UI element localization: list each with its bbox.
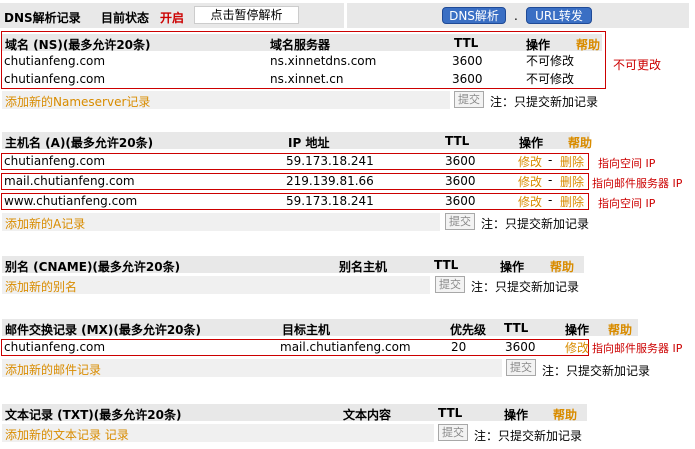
mx-col-ttl: TTL [504,321,529,335]
mx-submit-note: 注：只提交新加记录 [542,364,651,378]
add-mx-link[interactable]: 添加新的邮件记录 [5,361,101,378]
mx-help-link[interactable]: 帮助 [608,321,632,338]
cname-table-header: 别名 (CNAME)(最多允许20条) 别名主机 TTL 操作 帮助 [2,256,584,275]
tab-separator: . [514,9,518,23]
a-row-2-ttl: 3600 [445,174,476,188]
mx-col-domain: 邮件交换记录 (MX)(最多允许20条) [5,323,202,337]
dns-records-title: DNS解析记录 [4,11,81,25]
a-submit-note: 注：只提交新加记录 [481,217,590,231]
a-submit-button[interactable]: 提交 [445,213,475,230]
a-row-2-ip: 219.139.81.66 [286,174,374,188]
ns-submit-note: 注：只提交新加记录 [490,95,599,109]
add-a-record-link[interactable]: 添加新的A记录 [5,215,85,232]
cname-col-ttl: TTL [434,258,459,272]
mx-row-1-priority: 20 [451,340,467,354]
cname-submit-button[interactable]: 提交 [435,276,465,293]
tab-dns-resolution[interactable]: DNS解析 [442,7,506,24]
cname-col-alias: 别名 (CNAME)(最多允许20条) [5,260,181,274]
mx-col-target: 目标主机 [282,323,331,337]
a-add-row: 添加新的A记录 [2,213,440,231]
txt-table-header: 文本记录 (TXT)(最多允许20条) 文本内容 TTL 操作 帮助 [2,404,587,423]
ns-add-row: 添加新的Nameserver记录 [2,91,450,109]
mx-col-op: 操作 [565,323,590,337]
ns-row-2-domain: chutianfeng.com [4,72,106,86]
cname-add-row: 添加新的别名 [2,276,430,294]
a-row-3-ttl: 3600 [445,194,476,208]
ns-row-1-server: ns.xinnetdns.com [270,54,377,68]
mx-col-priority: 优先级 [450,323,487,337]
txt-submit-button[interactable]: 提交 [438,424,468,441]
status-value: 开启 [160,11,185,25]
a-row-1-annotation: 指向空间 IP [598,157,656,170]
a-row-3-delete-link[interactable]: 删除 [560,193,584,210]
a-row-3-dash: - [548,193,553,207]
ns-row-2-op: 不可修改 [526,72,575,86]
a-row-1-dash: - [548,153,553,167]
mx-table-header: 邮件交换记录 (MX)(最多允许20条) 目标主机 优先级 TTL 操作 帮助 [2,319,638,338]
ns-submit-button[interactable]: 提交 [454,91,484,108]
ns-row-1-op: 不可修改 [526,54,575,68]
a-col-ttl: TTL [445,134,470,148]
tab-url-forward[interactable]: URL转发 [526,7,592,24]
add-txt-link[interactable]: 添加新的文本记录 记录 [5,426,129,443]
a-col-host: 主机名 (A)(最多允许20条) [5,136,154,150]
a-row-3-ip: 59.173.18.241 [286,194,374,208]
ns-annotation: 不可更改 [613,58,662,72]
mx-add-row: 添加新的邮件记录 [2,359,502,377]
status-label: 目前状态 [101,11,150,25]
a-row-1-modify-link[interactable]: 修改 [518,153,542,170]
a-help-link[interactable]: 帮助 [568,134,592,151]
mx-row-1-domain: chutianfeng.com [4,340,106,354]
a-row-2-modify-link[interactable]: 修改 [518,173,542,190]
ns-row-1-ttl: 3600 [452,54,483,68]
cname-help-link[interactable]: 帮助 [550,258,574,275]
cname-submit-note: 注：只提交新加记录 [471,280,580,294]
txt-col-content: 文本内容 [343,408,392,422]
txt-submit-note: 注：只提交新加记录 [474,429,583,443]
mx-row-1-modify-link[interactable]: 修改 [565,339,589,356]
a-row-2-annotation: 指向邮件服务器 IP [592,177,683,190]
txt-add-row: 添加新的文本记录 记录 [2,424,434,442]
a-row-2-host: mail.chutianfeng.com [4,174,135,188]
a-row-1-host: chutianfeng.com [4,154,106,168]
txt-help-link[interactable]: 帮助 [553,406,577,423]
a-row-3-annotation: 指向空间 IP [598,197,656,210]
a-row-1-delete-link[interactable]: 删除 [560,153,584,170]
a-row-3-modify-link[interactable]: 修改 [518,193,542,210]
a-table-header: 主机名 (A)(最多允许20条) IP 地址 TTL 操作 帮助 [2,132,592,151]
a-col-ip: IP 地址 [288,136,330,150]
cname-col-op: 操作 [500,260,525,274]
txt-col-ttl: TTL [438,406,463,420]
top-status-bar: DNS解析记录 目前状态 开启 点击暂停解析 [0,3,344,28]
ns-row-2-ttl: 3600 [452,72,483,86]
a-col-op: 操作 [519,136,544,150]
mx-row-1-annotation: 指向邮件服务器 IP [592,342,683,355]
a-row-3-host: www.chutianfeng.com [4,194,138,208]
mx-submit-button[interactable]: 提交 [506,359,536,376]
a-row-2-delete-link[interactable]: 删除 [560,173,584,190]
tab-bar: DNS解析 . URL转发 [347,3,689,28]
a-row-1-ttl: 3600 [445,154,476,168]
mx-row-1-target: mail.chutianfeng.com [280,340,411,354]
a-row-1-ip: 59.173.18.241 [286,154,374,168]
txt-col-record: 文本记录 (TXT)(最多允许20条) [5,408,182,422]
a-row-2-dash: - [548,173,553,187]
mx-row-1-ttl: 3600 [505,340,536,354]
add-cname-link[interactable]: 添加新的别名 [5,278,77,295]
pause-resolution-button[interactable]: 点击暂停解析 [194,6,299,24]
txt-col-op: 操作 [504,408,529,422]
add-nameserver-link[interactable]: 添加新的Nameserver记录 [5,93,150,110]
ns-row-1-domain: chutianfeng.com [4,54,106,68]
cname-col-target: 别名主机 [339,260,388,274]
ns-row-2-server: ns.xinnet.cn [270,72,344,86]
